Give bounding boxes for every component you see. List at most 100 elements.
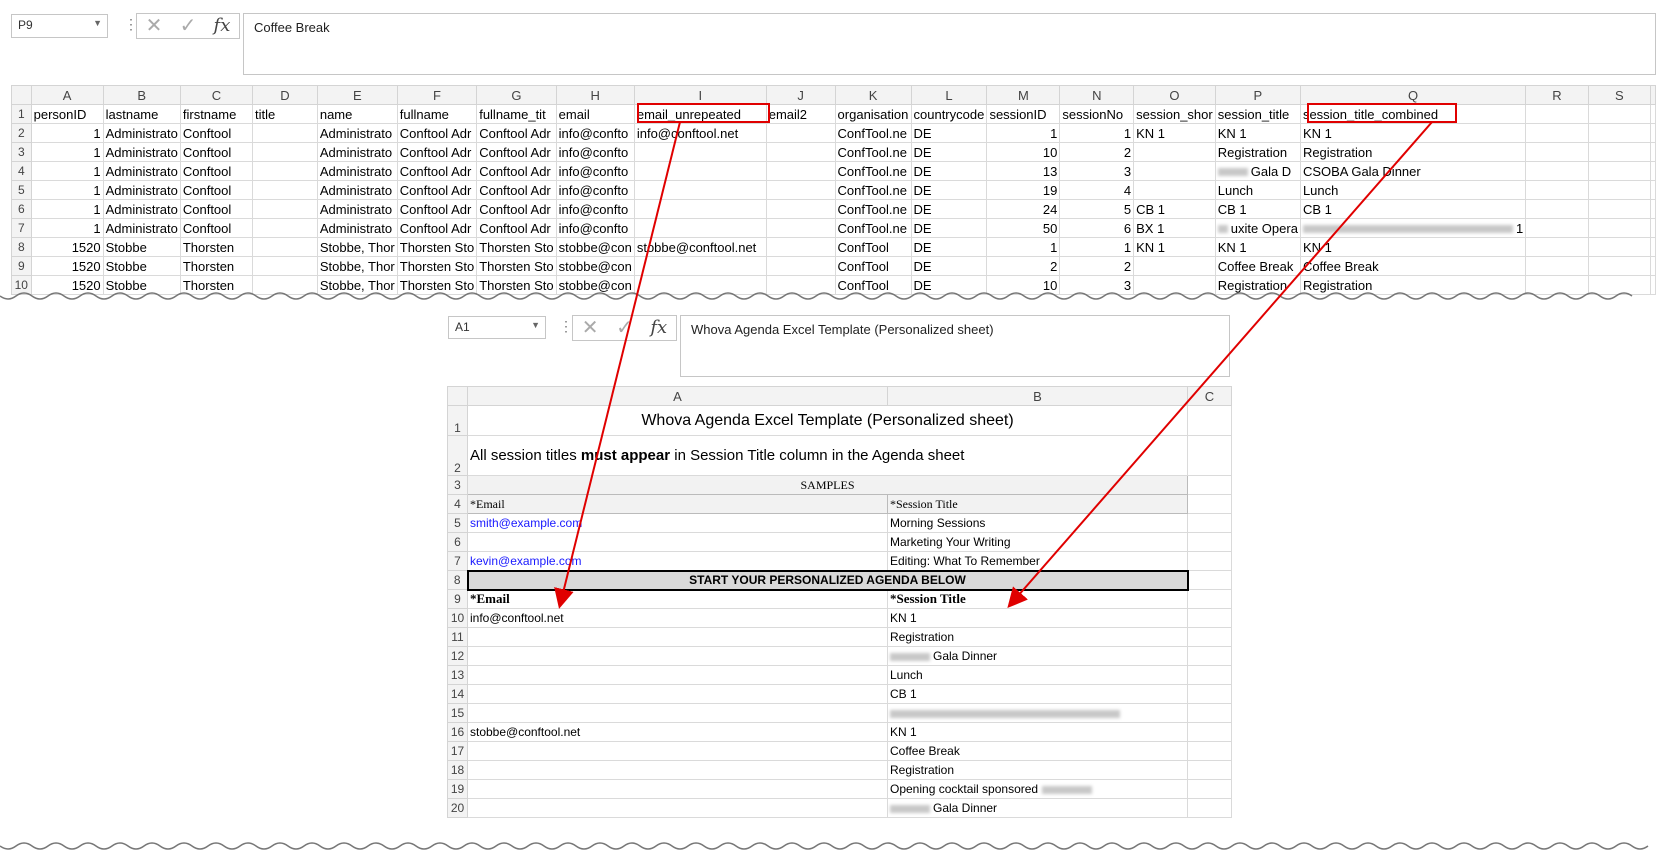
cell[interactable] (1187, 494, 1232, 514)
sample-session[interactable]: Editing: What To Remember (887, 551, 1188, 571)
column-header[interactable]: G (476, 85, 557, 105)
cell[interactable]: CB 1 (1133, 199, 1216, 219)
cell[interactable]: Administrato (316, 180, 398, 200)
row-header[interactable]: 8 (447, 570, 468, 590)
row-header[interactable]: 9 (11, 256, 32, 276)
start-banner[interactable]: START YOUR PERSONALIZED AGENDA BELOW (466, 569, 1189, 591)
cell[interactable] (1187, 646, 1232, 666)
header-cell[interactable]: lastname (102, 104, 181, 124)
column-header[interactable]: A (30, 85, 104, 105)
agenda-session[interactable]: Opening cocktail sponsored (887, 779, 1188, 799)
cell[interactable]: 4 (1059, 180, 1135, 200)
cell[interactable]: info@conftool.net (633, 123, 767, 143)
cell[interactable] (1187, 741, 1232, 761)
cell[interactable]: Conftool (179, 123, 254, 143)
cell[interactable]: 1 (986, 123, 1061, 143)
cell[interactable]: Administrato (316, 123, 398, 143)
column-header[interactable]: I (633, 85, 767, 105)
row-header[interactable]: 20 (447, 798, 468, 818)
cell[interactable]: BX 1 (1133, 218, 1216, 238)
header-cell[interactable]: email (555, 104, 635, 124)
cell[interactable]: ConfTool (834, 256, 912, 276)
cell[interactable] (633, 180, 767, 200)
cell[interactable] (1587, 256, 1652, 276)
header-cell[interactable]: personID (30, 104, 104, 124)
cell[interactable] (1187, 570, 1232, 590)
cell[interactable]: 1 (986, 237, 1061, 257)
cell[interactable] (1187, 627, 1232, 647)
row-header[interactable]: 5 (447, 513, 468, 533)
email-header[interactable]: *Email (467, 589, 888, 609)
cell[interactable]: Lunch (1299, 180, 1527, 200)
cell[interactable]: info@confto (555, 123, 635, 143)
row-header[interactable]: 2 (447, 435, 468, 476)
name-box-top[interactable]: P9 ▼ (11, 14, 108, 38)
chevron-down-icon[interactable]: ▼ (531, 320, 540, 330)
agenda-email[interactable] (467, 684, 888, 704)
cell[interactable]: Conftool Adr (396, 199, 478, 219)
cell[interactable] (1187, 665, 1232, 685)
column-header[interactable]: E (316, 85, 398, 105)
cell[interactable]: Administrato (102, 142, 181, 162)
column-header[interactable]: M (986, 85, 1061, 105)
cell[interactable]: KN 1 (1299, 123, 1527, 143)
row-header[interactable]: 7 (11, 218, 32, 238)
cell[interactable]: Stobbe (102, 256, 181, 276)
cell[interactable] (1187, 703, 1232, 723)
cell[interactable] (252, 142, 318, 162)
cell[interactable]: 13 (986, 161, 1061, 181)
cell[interactable]: Administrato (316, 199, 398, 219)
sample-email-header[interactable]: *Email (467, 494, 888, 514)
cell[interactable]: 1520 (30, 237, 104, 257)
cell[interactable]: DE (910, 218, 988, 238)
cell[interactable]: Conftool (179, 199, 254, 219)
agenda-session[interactable]: Coffee Break (887, 741, 1188, 761)
cell[interactable]: Conftool Adr (396, 180, 478, 200)
cell[interactable] (1525, 180, 1589, 200)
cell[interactable] (1525, 142, 1589, 162)
cell[interactable]: Conftool (179, 180, 254, 200)
cell[interactable]: Conftool Adr (396, 142, 478, 162)
cell[interactable]: ConfTool.ne (834, 142, 912, 162)
cell[interactable] (633, 161, 767, 181)
row-header[interactable]: 5 (11, 180, 32, 200)
row-header[interactable]: 11 (447, 627, 468, 647)
cell[interactable] (1187, 475, 1232, 495)
cell[interactable] (765, 142, 836, 162)
cell[interactable] (1187, 513, 1232, 533)
cell[interactable]: Administrato (102, 123, 181, 143)
cell[interactable]: Conftool Adr (476, 123, 557, 143)
cell[interactable] (252, 123, 318, 143)
cell[interactable] (252, 199, 318, 219)
agenda-email[interactable] (467, 627, 888, 647)
cell[interactable]: Registration (1299, 142, 1527, 162)
cell[interactable]: DE (910, 256, 988, 276)
row-header[interactable]: 1 (447, 405, 468, 436)
cell[interactable]: Conftool Adr (396, 123, 478, 143)
header-cell[interactable]: fullname_tit (476, 104, 557, 124)
sample-email[interactable]: smith@example.com (467, 513, 888, 533)
cell[interactable] (1525, 123, 1589, 143)
cell[interactable]: DE (910, 142, 988, 162)
cell[interactable]: DE (910, 199, 988, 219)
cell[interactable]: 1 (30, 180, 104, 200)
cell[interactable]: Stobbe (102, 237, 181, 257)
cell[interactable]: Gala D (1214, 161, 1301, 181)
cell[interactable] (1525, 237, 1589, 257)
confirm-icon[interactable]: ✓ (180, 16, 197, 36)
cell[interactable] (1187, 722, 1232, 742)
agenda-session[interactable]: KN 1 (887, 722, 1188, 742)
agenda-session[interactable]: Gala Dinner (887, 798, 1188, 818)
cell[interactable]: KN 1 (1133, 237, 1216, 257)
column-header[interactable]: N (1059, 85, 1135, 105)
cell[interactable] (252, 161, 318, 181)
cell[interactable] (1587, 142, 1652, 162)
agenda-email[interactable] (467, 798, 888, 818)
agenda-email[interactable] (467, 741, 888, 761)
column-header[interactable]: C (179, 85, 254, 105)
row-header[interactable]: 13 (447, 665, 468, 685)
header-cell[interactable]: sessionNo (1059, 104, 1135, 124)
name-box-bottom[interactable]: A1 ▼ (448, 316, 546, 339)
header-cell[interactable]: fullname (396, 104, 478, 124)
cell[interactable] (1187, 589, 1232, 609)
